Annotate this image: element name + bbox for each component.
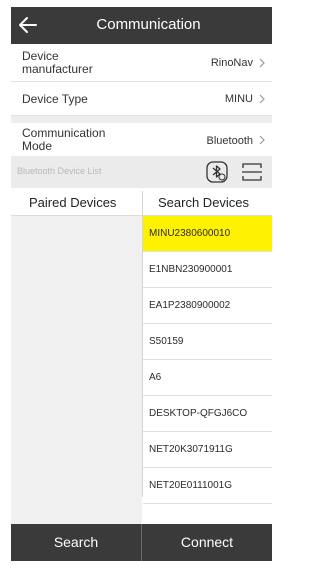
scan-icon[interactable] — [241, 162, 263, 182]
device-list-item[interactable]: NET20E0111001G — [143, 468, 272, 504]
paired-devices-panel — [11, 216, 142, 524]
device-manufacturer-value: RinoNav — [210, 57, 253, 69]
communication-mode-label: Communication Mode — [22, 126, 106, 153]
search-button[interactable]: Search — [11, 524, 141, 561]
chevron-right-icon — [259, 94, 265, 104]
chevron-right-icon — [259, 135, 265, 145]
chevron-right-icon — [259, 58, 265, 68]
device-list-item[interactable]: DESKTOP-QFGJ6CO — [143, 396, 272, 432]
communication-mode-value: Bluetooth — [206, 135, 253, 147]
device-list-item[interactable]: EA1P2380900002 — [143, 288, 272, 324]
device-list-item[interactable]: S50159 — [143, 324, 272, 360]
tab-paired-devices[interactable]: Paired Devices — [29, 195, 116, 210]
section-divider — [11, 116, 272, 123]
device-manufacturer-label: Device manufacturer — [22, 49, 93, 76]
communication-mode-row[interactable]: Communication Mode Bluetooth — [11, 123, 272, 156]
device-type-row[interactable]: Device Type MINU — [11, 82, 272, 116]
tab-search-devices[interactable]: Search Devices — [158, 195, 249, 210]
bottom-action-bar: Search Connect — [11, 524, 272, 561]
device-list-item[interactable]: E1NBN230900001 — [143, 252, 272, 288]
search-devices-list: MINU2380600010 E1NBN230900001 EA1P23809000… — [143, 216, 272, 504]
device-list-item[interactable]: A6 — [143, 360, 272, 396]
device-type-value: MINU — [224, 93, 253, 105]
device-list-item[interactable]: MINU2380600010 — [143, 216, 272, 252]
connect-button[interactable]: Connect — [142, 524, 272, 561]
device-type-label: Device Type — [22, 92, 88, 106]
bluetooth-device-list-label: Bluetooth Device List — [17, 166, 102, 176]
title-bar: Communication — [11, 7, 272, 44]
bluetooth-device-list-bar: Bluetooth Device List — [11, 156, 272, 188]
app-screen: Communication Device manufacturer RinoNa… — [11, 7, 272, 561]
bluetooth-settings-icon[interactable] — [206, 161, 228, 183]
page-title: Communication — [96, 16, 201, 33]
device-manufacturer-row[interactable]: Device manufacturer RinoNav — [11, 44, 272, 82]
device-list-item[interactable]: NET20K3071911G — [143, 432, 272, 468]
